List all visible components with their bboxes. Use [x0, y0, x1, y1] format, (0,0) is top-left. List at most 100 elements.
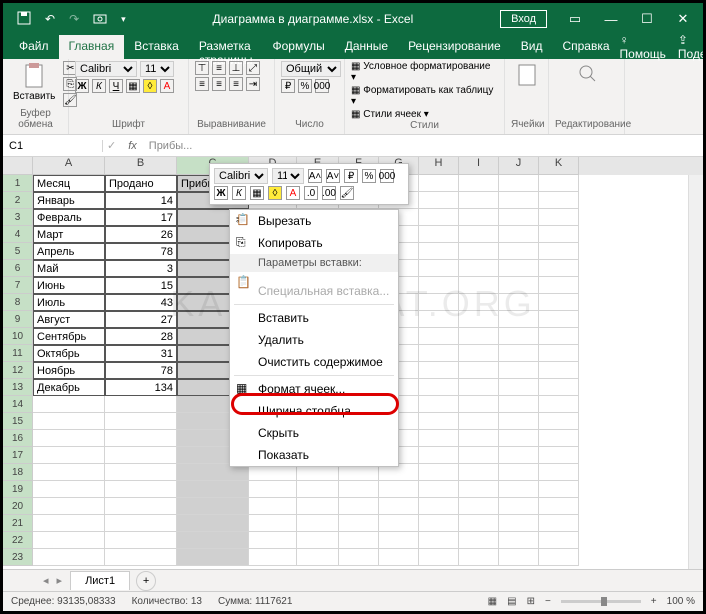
- cell[interactable]: [499, 226, 539, 243]
- row-header[interactable]: 9: [3, 311, 33, 328]
- cell[interactable]: [105, 413, 177, 430]
- formula-input[interactable]: Прибы...: [145, 140, 703, 152]
- col-header-H[interactable]: H: [419, 157, 459, 175]
- cell[interactable]: 3: [105, 260, 177, 277]
- cell[interactable]: [297, 515, 339, 532]
- cell[interactable]: [539, 345, 579, 362]
- cell[interactable]: [297, 481, 339, 498]
- zoom-in-icon[interactable]: +: [651, 596, 657, 607]
- mini-percent-icon[interactable]: %: [362, 169, 376, 183]
- cell[interactable]: Июль: [33, 294, 105, 311]
- cell[interactable]: [539, 396, 579, 413]
- row-header[interactable]: 3: [3, 209, 33, 226]
- mini-fill-icon[interactable]: ◊: [268, 186, 282, 200]
- ctx-show[interactable]: Показать: [230, 444, 398, 466]
- row-header[interactable]: 10: [3, 328, 33, 345]
- cell[interactable]: [419, 447, 459, 464]
- signin-button[interactable]: Вход: [500, 10, 547, 28]
- cell[interactable]: [459, 226, 499, 243]
- cell[interactable]: [539, 192, 579, 209]
- cell[interactable]: [499, 345, 539, 362]
- mini-comma-icon[interactable]: 000: [380, 169, 394, 183]
- view-normal-icon[interactable]: ▦: [488, 596, 497, 607]
- row-header[interactable]: 17: [3, 447, 33, 464]
- cell[interactable]: [177, 498, 249, 515]
- cell[interactable]: [249, 498, 297, 515]
- zoom-slider[interactable]: [561, 600, 641, 603]
- cell[interactable]: [419, 532, 459, 549]
- cell[interactable]: [419, 328, 459, 345]
- sheet-tab[interactable]: Лист1: [70, 571, 130, 590]
- cell[interactable]: [33, 515, 105, 532]
- ribbon-display-icon[interactable]: ▭: [559, 11, 591, 27]
- cell[interactable]: [539, 260, 579, 277]
- cell[interactable]: [499, 362, 539, 379]
- view-layout-icon[interactable]: ▤: [507, 596, 516, 607]
- row-header[interactable]: 5: [3, 243, 33, 260]
- cell[interactable]: [499, 311, 539, 328]
- cell[interactable]: [499, 447, 539, 464]
- format-as-table-button[interactable]: ▦ Форматировать как таблицу ▾: [351, 85, 498, 107]
- cell[interactable]: [499, 532, 539, 549]
- cell[interactable]: [459, 481, 499, 498]
- cell[interactable]: [539, 481, 579, 498]
- cell[interactable]: [459, 549, 499, 566]
- cell[interactable]: [539, 549, 579, 566]
- ctx-delete[interactable]: Удалить: [230, 329, 398, 351]
- cell[interactable]: [339, 532, 379, 549]
- cell[interactable]: [105, 481, 177, 498]
- cell[interactable]: [499, 464, 539, 481]
- cell[interactable]: [459, 515, 499, 532]
- cell[interactable]: [419, 362, 459, 379]
- cell[interactable]: [459, 532, 499, 549]
- cell[interactable]: [499, 260, 539, 277]
- cell[interactable]: [339, 515, 379, 532]
- cell[interactable]: Месяц: [33, 175, 105, 192]
- row-header[interactable]: 6: [3, 260, 33, 277]
- tab-вставка[interactable]: Вставка: [124, 35, 189, 59]
- row-header[interactable]: 7: [3, 277, 33, 294]
- cell[interactable]: [499, 481, 539, 498]
- redo-icon[interactable]: ↷: [69, 12, 79, 26]
- cell[interactable]: [297, 498, 339, 515]
- cell[interactable]: [459, 379, 499, 396]
- cell[interactable]: [539, 209, 579, 226]
- cell[interactable]: [249, 549, 297, 566]
- cell[interactable]: [419, 311, 459, 328]
- editing-button[interactable]: [555, 61, 618, 85]
- col-header-B[interactable]: B: [105, 157, 177, 175]
- cell[interactable]: [459, 328, 499, 345]
- cell[interactable]: [339, 549, 379, 566]
- cell[interactable]: [419, 515, 459, 532]
- cell[interactable]: [33, 532, 105, 549]
- cell[interactable]: [33, 396, 105, 413]
- cell[interactable]: [177, 549, 249, 566]
- cell[interactable]: 28: [105, 328, 177, 345]
- cell[interactable]: [539, 379, 579, 396]
- tab-рецензирование[interactable]: Рецензирование: [398, 35, 511, 59]
- tab-справка[interactable]: Справка: [552, 35, 619, 59]
- cell[interactable]: [105, 498, 177, 515]
- name-box[interactable]: C1: [3, 140, 103, 152]
- cell[interactable]: 27: [105, 311, 177, 328]
- cell[interactable]: [539, 294, 579, 311]
- mini-size-select[interactable]: 11: [272, 168, 304, 184]
- italic-button[interactable]: К: [92, 79, 106, 93]
- view-break-icon[interactable]: ⊞: [527, 596, 535, 607]
- cell[interactable]: [419, 464, 459, 481]
- cell[interactable]: 26: [105, 226, 177, 243]
- align-right-icon[interactable]: ≡: [229, 77, 243, 91]
- number-format-select[interactable]: Общий: [281, 61, 341, 77]
- cell[interactable]: [33, 430, 105, 447]
- cell[interactable]: [249, 515, 297, 532]
- cell[interactable]: [499, 396, 539, 413]
- cells-button[interactable]: [511, 61, 542, 89]
- indent-icon[interactable]: ⇥: [246, 77, 260, 91]
- cell[interactable]: [33, 447, 105, 464]
- mini-currency-icon[interactable]: ₽: [344, 169, 358, 183]
- cell[interactable]: [105, 464, 177, 481]
- bold-button[interactable]: Ж: [75, 79, 89, 93]
- fx-cancel-icon[interactable]: ✓: [103, 139, 120, 152]
- cell[interactable]: [419, 192, 459, 209]
- cell[interactable]: [419, 413, 459, 430]
